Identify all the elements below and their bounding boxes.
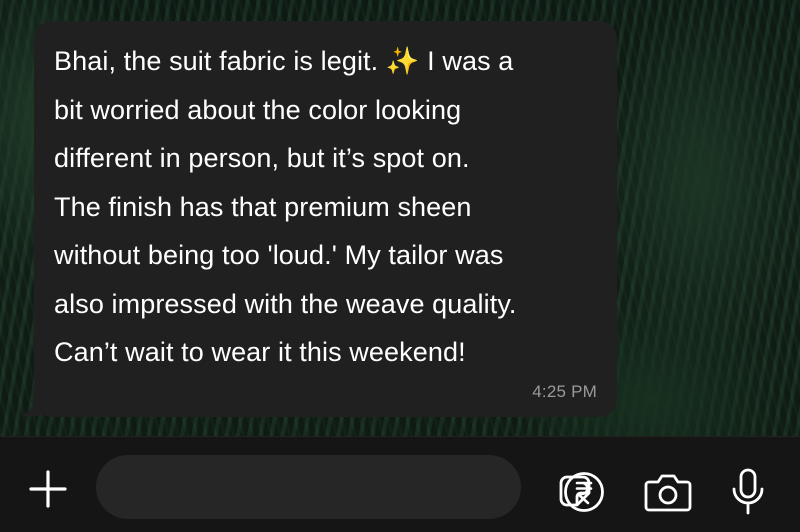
voice-message-button[interactable] (725, 467, 771, 517)
message-composer (0, 436, 800, 532)
message-input[interactable] (118, 455, 452, 521)
attach-plus-button[interactable] (25, 466, 71, 512)
camera-icon (644, 474, 692, 512)
payment-button[interactable] (561, 469, 607, 515)
incoming-message-bubble[interactable]: Bhai, the suit fabric is legit. ✨ I was … (34, 21, 617, 417)
chat-screen: Bhai, the suit fabric is legit. ✨ I was … (0, 0, 800, 532)
message-text: Bhai, the suit fabric is legit. ✨ I was … (54, 46, 517, 367)
message-input-container[interactable] (96, 455, 591, 521)
plus-icon (29, 470, 67, 508)
rupee-payment-icon (564, 472, 604, 512)
camera-button[interactable] (642, 469, 694, 515)
message-timestamp: 4:25 PM (532, 382, 597, 401)
microphone-icon (732, 468, 764, 515)
